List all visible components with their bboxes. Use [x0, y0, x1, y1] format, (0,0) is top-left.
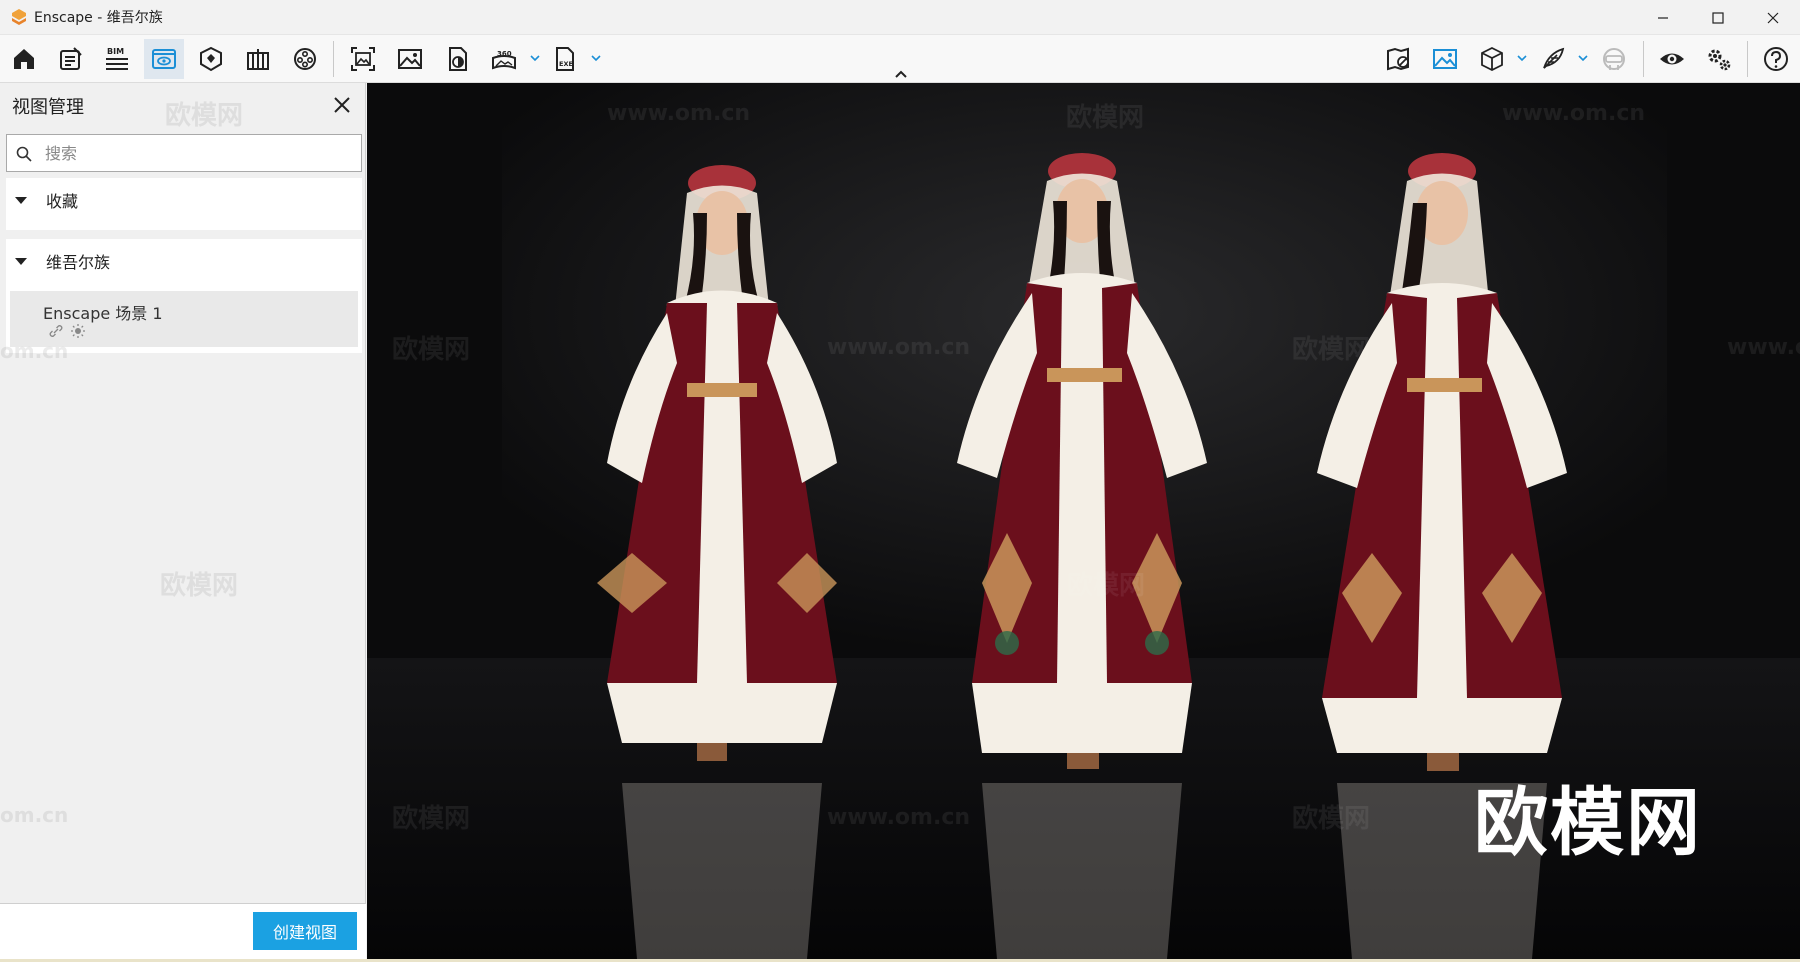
material-editor-button[interactable]	[238, 39, 278, 79]
create-view-button[interactable]: 创建视图	[253, 912, 357, 950]
help-icon	[1764, 47, 1788, 71]
panel-title: 视图管理	[12, 97, 84, 118]
panorama-360-icon: 360	[492, 50, 516, 70]
views-button[interactable]	[144, 39, 184, 79]
maximize-icon	[1711, 11, 1724, 24]
settings-button[interactable]	[1699, 39, 1739, 79]
vr-headset-icon	[1603, 48, 1625, 70]
panel-header: 视图管理 欧模网	[0, 83, 366, 131]
map-button[interactable]	[1378, 39, 1418, 79]
vr-headset-button[interactable]	[1594, 39, 1634, 79]
batch-render-icon	[449, 47, 467, 71]
cube-button[interactable]	[1472, 39, 1512, 79]
feather-dropdown-chevron-down-icon[interactable]	[1576, 51, 1590, 65]
project-section-header[interactable]: 维吾尔族	[6, 239, 362, 283]
close-window-button[interactable]	[1745, 0, 1800, 35]
panorama-dropdown-chevron-down-icon[interactable]	[528, 51, 542, 65]
caret-down-icon	[15, 258, 27, 265]
export-dropdown-chevron-down-icon[interactable]	[589, 51, 603, 65]
video-editor-button[interactable]	[285, 39, 325, 79]
minimize-button[interactable]	[1635, 0, 1690, 35]
collapse-toolbar-chevron-up-icon[interactable]	[893, 68, 909, 80]
asset-library-icon	[200, 46, 222, 72]
exe-export-icon: EXE	[556, 47, 574, 71]
view-name: Enscape 场景 1	[43, 304, 163, 323]
svg-text:BIM: BIM	[107, 47, 124, 56]
feather-icon	[1543, 47, 1565, 69]
settings-icon	[1708, 49, 1731, 71]
home-button[interactable]	[4, 39, 44, 79]
eye-icon	[1660, 53, 1684, 65]
capture-view-button[interactable]	[343, 39, 383, 79]
video-editor-icon	[294, 48, 316, 70]
title-bar: Enscape - 维吾尔族	[0, 0, 1800, 35]
toolbar-separator	[333, 41, 334, 77]
search-box[interactable]	[6, 134, 362, 172]
notes-button[interactable]	[50, 39, 90, 79]
watermark-url: www.om.cn	[607, 101, 751, 126]
watermark-url: www.om.cn	[1727, 335, 1800, 360]
search-input[interactable]	[45, 138, 345, 168]
batch-render-button[interactable]	[437, 39, 477, 79]
map-icon	[1387, 47, 1409, 71]
render-viewport[interactable]: www.om.cn 欧模网 www.om.cn 欧模网 www.om.cn 欧模…	[367, 83, 1800, 959]
material-editor-icon	[247, 49, 269, 70]
watermark-url: www.om.cn	[1502, 101, 1646, 126]
visual-settings-icon	[1433, 49, 1457, 69]
minimize-icon	[1657, 16, 1668, 19]
panel-footer: 创建视图	[0, 903, 366, 959]
search-icon	[16, 146, 32, 162]
project-section: 维吾尔族 Enscape 场景 1	[6, 239, 362, 353]
cube-dropdown-chevron-down-icon[interactable]	[1515, 51, 1529, 65]
maximize-button[interactable]	[1690, 0, 1745, 35]
visual-settings-button[interactable]	[1425, 39, 1465, 79]
close-panel-icon[interactable]	[330, 93, 354, 117]
capture-view-icon	[351, 47, 375, 71]
eye-button[interactable]	[1652, 39, 1692, 79]
floor-reflection	[622, 783, 1547, 959]
watermark-logo-text: 欧模网	[1474, 780, 1702, 866]
link-icon	[49, 325, 63, 337]
notes-icon	[60, 47, 82, 70]
watermark-text: 欧模网	[160, 571, 239, 601]
caret-down-icon	[15, 197, 27, 204]
watermark-url: om.cn	[0, 339, 69, 363]
watermark-text: 欧模网	[1292, 335, 1371, 365]
bim-button[interactable]: BIM	[97, 39, 137, 79]
favorites-section: 收藏	[6, 178, 362, 230]
screenshot-button[interactable]	[390, 39, 430, 79]
watermark-url: www.om.cn	[827, 805, 971, 830]
image-icon	[398, 49, 422, 69]
toolbar-separator	[1747, 41, 1748, 77]
watermark-text: 欧模网	[1292, 804, 1371, 834]
cube-icon	[1481, 46, 1503, 72]
section-label: 维吾尔族	[46, 253, 111, 272]
watermark-text: 欧模网	[392, 335, 471, 365]
enscape-logo-icon	[12, 9, 26, 25]
watermark-text: 欧模网	[1066, 103, 1145, 133]
views-icon	[152, 49, 176, 69]
watermark-text: 欧模网	[1067, 571, 1146, 601]
bim-icon: BIM	[106, 47, 128, 70]
watermark-text: 欧模网	[165, 101, 244, 131]
asset-library-button[interactable]	[191, 39, 231, 79]
exe-export-button[interactable]: EXE	[545, 39, 585, 79]
close-icon	[1767, 12, 1778, 23]
toolbar-separator	[1643, 41, 1644, 77]
panorama-button[interactable]: 360	[484, 39, 524, 79]
feather-button[interactable]	[1533, 39, 1573, 79]
watermark-text: 欧模网	[392, 804, 471, 834]
svg-text:EXE: EXE	[559, 60, 573, 68]
home-icon	[14, 49, 34, 69]
section-label: 收藏	[46, 192, 79, 211]
window-title: Enscape - 维吾尔族	[34, 10, 163, 26]
sun-icon	[71, 324, 85, 338]
view-management-panel: 视图管理 欧模网 收藏 维吾尔族 Enscape 场景 1 欧模网 om.cn …	[0, 83, 366, 959]
favorites-section-header[interactable]: 收藏	[6, 178, 362, 222]
watermark-url: om.cn	[0, 803, 69, 827]
watermark-url: www.om.cn	[827, 335, 971, 360]
help-button[interactable]	[1756, 39, 1796, 79]
